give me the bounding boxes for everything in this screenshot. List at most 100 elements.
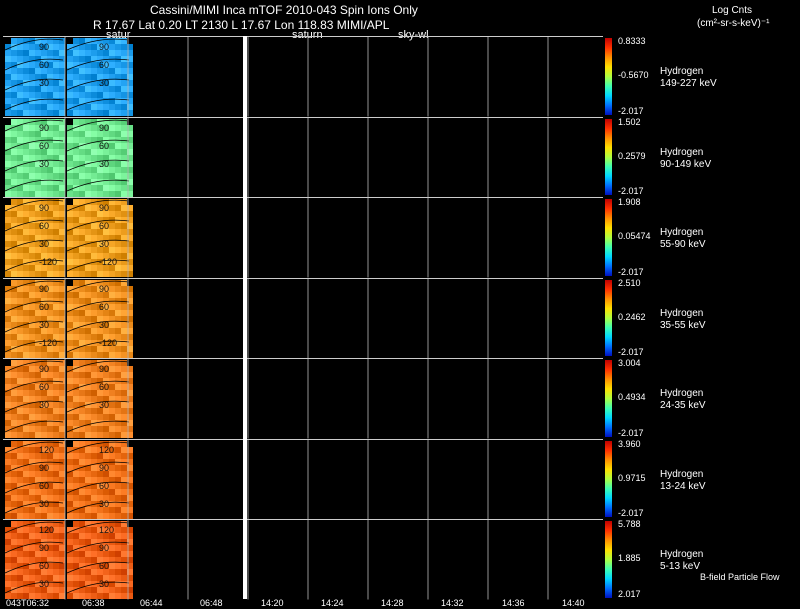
heatmap-pixel bbox=[53, 408, 59, 414]
heatmap-pixel bbox=[47, 512, 53, 519]
heatmap-pixel bbox=[29, 44, 35, 50]
heatmap-pixel bbox=[79, 68, 85, 74]
heatmap-pixel bbox=[79, 166, 85, 173]
heatmap-pixel bbox=[73, 321, 79, 328]
heatmap-pixel bbox=[11, 420, 17, 426]
heatmap-pixel bbox=[23, 68, 29, 74]
heatmap-pixel bbox=[23, 285, 29, 292]
heatmap-pixel bbox=[5, 458, 11, 465]
heatmap-pixel bbox=[79, 581, 85, 587]
heatmap-pixel bbox=[73, 452, 79, 459]
heatmap-pixel bbox=[53, 512, 59, 519]
heatmap-pixel bbox=[17, 372, 23, 378]
heatmap-pixel bbox=[23, 124, 29, 131]
heatmap-pixel bbox=[23, 190, 29, 197]
heatmap-pixel bbox=[97, 104, 103, 110]
heatmap-pixel bbox=[17, 378, 23, 384]
heatmap-pixel bbox=[85, 551, 91, 557]
heatmap-pixel bbox=[73, 458, 79, 465]
heatmap-pixel bbox=[115, 68, 121, 74]
heatmap-pixel bbox=[97, 426, 103, 432]
heatmap-pixel bbox=[35, 271, 41, 277]
heatmap-pixel bbox=[109, 506, 115, 513]
heatmap-pixel bbox=[53, 124, 59, 131]
heatmap-pixel bbox=[53, 68, 59, 74]
heatmap-pixel bbox=[59, 142, 65, 149]
time-tick-label: 06:38 bbox=[82, 598, 105, 608]
heatmap-pixel bbox=[121, 62, 127, 68]
heatmap-pixel bbox=[11, 211, 17, 217]
heatmap-pixel bbox=[121, 446, 127, 453]
heatmap-pixel bbox=[5, 557, 11, 563]
heatmap-pixel bbox=[5, 50, 11, 56]
heatmap-pixel bbox=[73, 351, 79, 358]
panel-species-label: Hydrogen 5-13 keV bbox=[660, 549, 703, 573]
heatmap-pixel bbox=[29, 527, 35, 533]
heatmap-pixel bbox=[85, 92, 91, 98]
heatmap-pixel bbox=[91, 426, 97, 432]
heatmap-pixel bbox=[79, 351, 85, 358]
heatmap-pixel bbox=[59, 396, 65, 402]
heatmap-pixel bbox=[11, 50, 17, 56]
heatmap-pixel bbox=[103, 432, 109, 438]
heatmap-pixel bbox=[53, 414, 59, 420]
heatmap-pixel bbox=[5, 500, 11, 507]
heatmap-pixel bbox=[59, 488, 65, 495]
heatmap-pixel bbox=[23, 351, 29, 358]
heatmap-pixel bbox=[17, 74, 23, 80]
heatmap-pixel bbox=[67, 494, 73, 501]
heatmap-pixel bbox=[73, 38, 79, 44]
heatmap-pixel bbox=[109, 488, 115, 495]
heatmap-pixel bbox=[11, 315, 17, 322]
heatmap-pixel bbox=[79, 470, 85, 477]
panel-species-label: Hydrogen 149-227 keV bbox=[660, 66, 717, 90]
heatmap-pixel bbox=[53, 285, 59, 292]
heatmap-pixel bbox=[59, 339, 65, 346]
heatmap-pixel bbox=[115, 130, 121, 137]
heatmap-pixel bbox=[67, 321, 73, 328]
heatmap-pixel bbox=[5, 110, 11, 116]
heatmap-pixel bbox=[53, 303, 59, 310]
heatmap-pixel bbox=[11, 351, 17, 358]
heatmap-pixel bbox=[109, 211, 115, 217]
heatmap-pixel bbox=[109, 575, 115, 581]
heatmap-pixel bbox=[67, 482, 73, 489]
heatmap-pixel bbox=[103, 98, 109, 104]
heatmap-pixel bbox=[85, 297, 91, 304]
heatmap-pixel bbox=[85, 452, 91, 459]
heatmap-pixel bbox=[109, 205, 115, 211]
heatmap-pixel bbox=[109, 563, 115, 569]
heatmap-pixel bbox=[73, 309, 79, 316]
heatmap-pixel bbox=[17, 575, 23, 581]
contour-label: 30 bbox=[99, 319, 110, 330]
heatmap-pixel bbox=[11, 440, 17, 447]
heatmap-pixel bbox=[91, 396, 97, 402]
heatmap-pixel bbox=[91, 166, 97, 173]
contour-label: 120 bbox=[39, 525, 55, 535]
heatmap-pixel bbox=[59, 178, 65, 185]
heatmap-pixel bbox=[29, 557, 35, 563]
heatmap-pixel bbox=[29, 414, 35, 420]
heatmap-pixel bbox=[29, 575, 35, 581]
heatmap-pixel bbox=[59, 458, 65, 465]
heatmap-pixel bbox=[11, 38, 17, 44]
heatmap-pixel bbox=[115, 271, 121, 277]
heatmap-pixel bbox=[121, 92, 127, 98]
heatmap-pixel bbox=[11, 68, 17, 74]
heatmap-pixel bbox=[29, 396, 35, 402]
energy-range: 24-35 keV bbox=[660, 400, 706, 411]
heatmap-pixel bbox=[11, 339, 17, 346]
contour-label: 60 bbox=[39, 301, 50, 312]
heatmap-pixel bbox=[73, 136, 79, 143]
heatmap-pixel bbox=[35, 104, 41, 110]
heatmap-pixel bbox=[109, 229, 115, 235]
heatmap-pixel bbox=[85, 506, 91, 513]
heatmap-pixel bbox=[73, 494, 79, 501]
heatmap-pixel bbox=[115, 303, 121, 310]
heatmap-pixel bbox=[79, 211, 85, 217]
heatmap-pixel bbox=[5, 178, 11, 185]
heatmap-pixel bbox=[17, 452, 23, 459]
heatmap-pixel bbox=[121, 44, 127, 50]
heatmap-pixel bbox=[115, 142, 121, 149]
heatmap-pixel bbox=[11, 259, 17, 265]
